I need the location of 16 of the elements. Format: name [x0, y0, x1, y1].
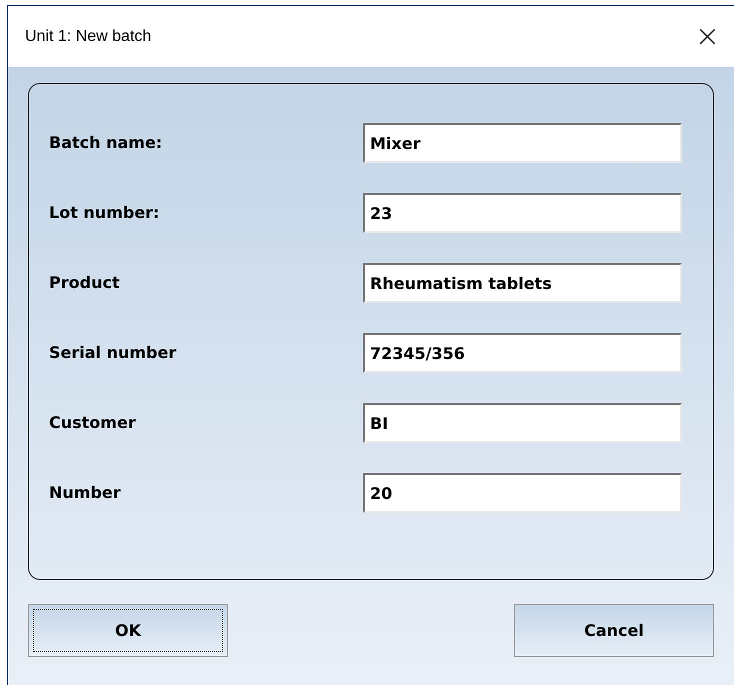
window-title: Unit 1: New batch [25, 26, 152, 46]
input-field[interactable]: Rheumatism tablets [363, 263, 682, 303]
input-field[interactable]: BI [363, 403, 682, 443]
input-field[interactable]: 20 [363, 473, 682, 513]
field-label: Lot number: [49, 202, 160, 224]
field-label: Customer [49, 412, 136, 434]
input-field[interactable]: 72345/356 [363, 333, 682, 373]
field-label: Number [49, 482, 121, 504]
field-label: Batch name: [49, 132, 162, 154]
dialog-button[interactable]: OK [28, 604, 228, 657]
field-label: Product [49, 272, 120, 294]
close-button[interactable]: × [690, 22, 724, 52]
dialog-button[interactable]: Cancel [514, 604, 714, 657]
input-field[interactable]: 23 [363, 193, 682, 233]
input-field[interactable]: Mixer [363, 123, 682, 163]
field-label: Serial number [49, 342, 176, 364]
